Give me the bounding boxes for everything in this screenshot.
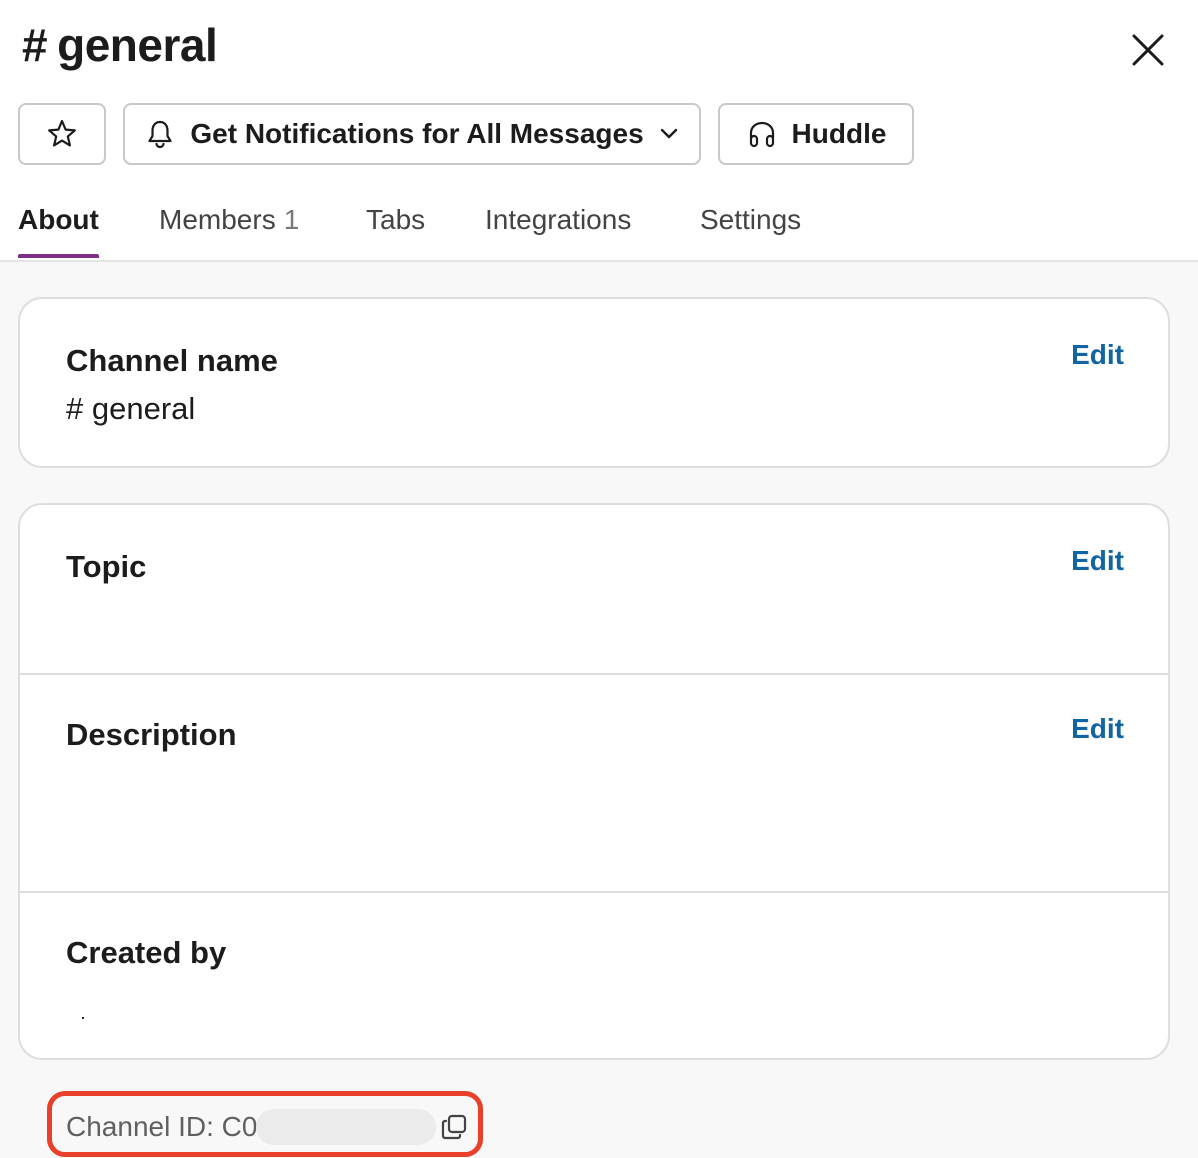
close-icon (1132, 34, 1164, 66)
channel-name-label: Channel name (66, 343, 278, 378)
members-count: 1 (283, 204, 300, 235)
tab-label: Tabs (366, 204, 426, 235)
channel-title: # general (22, 18, 218, 72)
tab-label: About (18, 204, 99, 235)
channel-id-redaction (256, 1109, 436, 1145)
description-label: Description (66, 717, 237, 752)
channel-name-card: Channel name # general Edit (18, 297, 1170, 468)
channel-name-value: # general (66, 391, 196, 426)
headphones-icon (749, 121, 774, 148)
copy-channel-id-button[interactable] (440, 1113, 468, 1141)
edit-description-link[interactable]: Edit (1071, 713, 1124, 745)
topic-section[interactable]: Topic Edit (20, 505, 1168, 673)
bell-icon (148, 120, 172, 149)
tab-settings[interactable]: Settings (700, 204, 801, 258)
huddle-button[interactable]: Huddle (718, 103, 914, 165)
tab-label: Integrations (485, 204, 632, 235)
tab-label: Settings (700, 204, 802, 235)
star-button[interactable] (18, 103, 106, 165)
chevron-down-icon (660, 128, 677, 139)
tab-members[interactable]: Members 1 (159, 204, 299, 258)
channel-title-text: general (57, 19, 218, 71)
tab-tabs[interactable]: Tabs (366, 204, 425, 258)
created-by-value (82, 1017, 84, 1019)
channel-id-text: Channel ID: C0 (66, 1111, 258, 1142)
tab-integrations[interactable]: Integrations (485, 204, 631, 258)
channel-hash: # (22, 19, 48, 71)
copy-icon (441, 1114, 467, 1140)
tab-about[interactable]: About (18, 204, 99, 258)
created-by-label: Created by (66, 935, 227, 970)
close-button[interactable] (1126, 28, 1170, 72)
channel-id-highlight: Channel ID: C0 (47, 1091, 483, 1157)
star-icon (48, 119, 76, 147)
edit-topic-link[interactable]: Edit (1071, 545, 1124, 577)
tab-label: Members (159, 204, 276, 235)
notifications-label: Get Notifications for All Messages (190, 118, 644, 149)
created-by-section: Created by (20, 891, 1168, 1058)
edit-channel-name-link[interactable]: Edit (1071, 339, 1124, 371)
channel-tabs: About Members 1 Tabs Integrations Setting… (0, 190, 1198, 262)
topic-label: Topic (66, 549, 147, 584)
notifications-dropdown[interactable]: Get Notifications for All Messages (123, 103, 701, 165)
description-section[interactable]: Description Edit (20, 673, 1168, 891)
huddle-label: Huddle (791, 118, 887, 149)
channel-info-card: Topic Edit Description Edit Created by (18, 503, 1170, 1060)
